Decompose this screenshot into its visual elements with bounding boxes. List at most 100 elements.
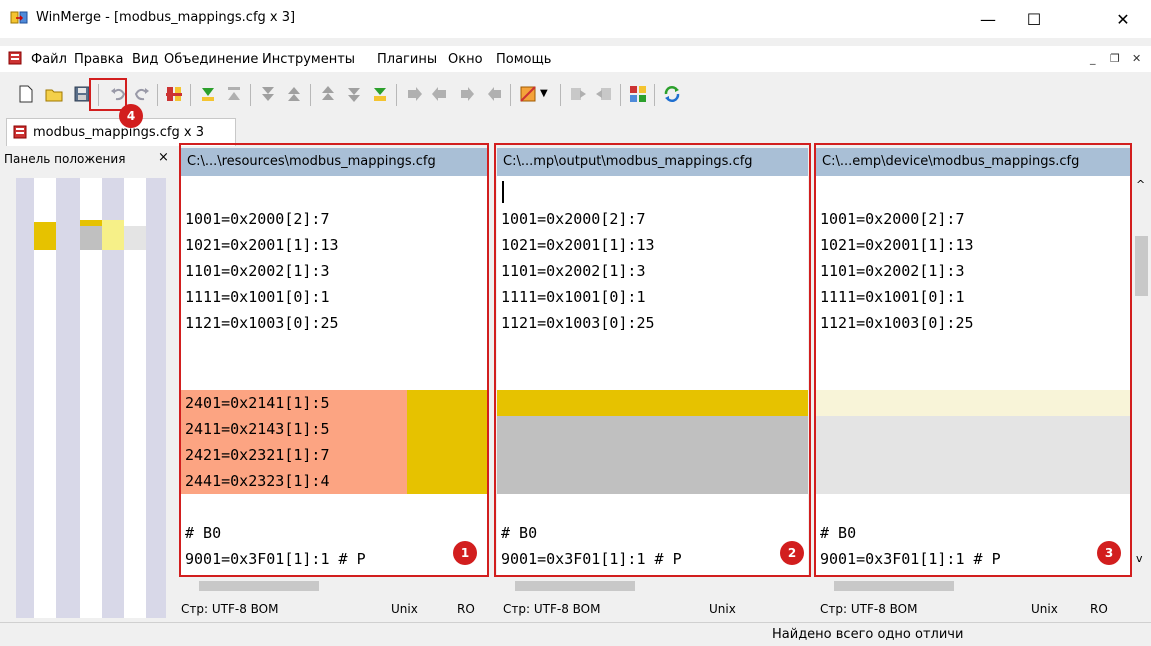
location-diff-marker bbox=[124, 226, 146, 250]
left-pane-path: C:\...\resources\modbus_mappings.cfg bbox=[187, 154, 436, 169]
menu-bar: Файл Правка Вид Объединение Инструменты … bbox=[0, 46, 1151, 72]
hscroll-thumb[interactable] bbox=[515, 581, 635, 591]
copy-diff-down-icon[interactable] bbox=[344, 84, 364, 104]
left-pane-status: Стр: UTF-8 BOM Unix RO bbox=[181, 596, 489, 622]
missing-lines-block bbox=[497, 416, 808, 494]
toolbar-separator bbox=[190, 84, 191, 106]
copy-diff-up-icon[interactable] bbox=[318, 84, 338, 104]
scroll-down-icon[interactable]: v bbox=[1136, 552, 1143, 565]
left-pane-path-header: C:\...\resources\modbus_mappings.cfg bbox=[181, 148, 489, 176]
toolbar-separator bbox=[510, 84, 511, 106]
compare-prev-icon[interactable] bbox=[594, 84, 614, 104]
menu-tools[interactable]: Инструменты bbox=[262, 52, 355, 67]
last-diff-icon[interactable] bbox=[284, 84, 304, 104]
left-file-pane[interactable]: C:\...\resources\modbus_mappings.cfg 100… bbox=[181, 148, 489, 595]
menu-window[interactable]: Окно bbox=[448, 52, 483, 67]
text-line: 1001=0x2000[2]:7 bbox=[185, 210, 330, 228]
toolbar-separator bbox=[98, 84, 99, 106]
redo-icon[interactable] bbox=[132, 84, 152, 104]
copy-left-icon[interactable] bbox=[430, 84, 450, 104]
location-map[interactable] bbox=[16, 178, 166, 618]
text-line: # B0 bbox=[820, 524, 857, 542]
text-line: 1121=0x1003[0]:25 bbox=[820, 314, 974, 332]
location-panel-close-icon[interactable]: × bbox=[158, 150, 169, 165]
hscroll-thumb[interactable] bbox=[834, 581, 954, 591]
vscroll-thumb[interactable] bbox=[1135, 236, 1148, 296]
document-tab-label: modbus_mappings.cfg x 3 bbox=[33, 125, 204, 140]
document-menu-icon[interactable] bbox=[8, 51, 22, 65]
scroll-up-icon[interactable]: ^ bbox=[1136, 178, 1145, 191]
encoding-label: Стр: UTF-8 BOM bbox=[181, 602, 279, 616]
text-line: # B0 bbox=[185, 524, 222, 542]
minimize-button[interactable]: — bbox=[965, 6, 1011, 32]
text-line: 1021=0x2001[1]:13 bbox=[185, 236, 339, 254]
prev-diff-icon[interactable] bbox=[224, 84, 244, 104]
diff-line: 2411=0x2143[1]:5 bbox=[181, 416, 489, 442]
text-line: 1121=0x1003[0]:25 bbox=[501, 314, 655, 332]
close-button[interactable]: ✕ bbox=[1100, 6, 1146, 32]
copy-right-advance-icon[interactable] bbox=[458, 84, 478, 104]
right-pane-hscroll[interactable] bbox=[816, 577, 1132, 595]
left-pane-hscroll[interactable] bbox=[181, 577, 489, 595]
new-file-icon[interactable] bbox=[16, 84, 36, 104]
document-tab-icon bbox=[13, 125, 27, 139]
eol-label: Unix bbox=[709, 602, 736, 616]
save-icon[interactable] bbox=[72, 84, 92, 104]
copy-right-icon[interactable] bbox=[404, 84, 424, 104]
text-line: 1101=0x2002[1]:3 bbox=[820, 262, 965, 280]
annotation-badge-4: 4 bbox=[119, 104, 143, 128]
menu-edit[interactable]: Правка bbox=[74, 52, 123, 67]
middle-pane-hscroll[interactable] bbox=[497, 577, 808, 595]
first-diff-icon[interactable] bbox=[258, 84, 278, 104]
menu-file[interactable]: Файл bbox=[31, 52, 67, 67]
location-pane-icon[interactable] bbox=[628, 84, 648, 104]
current-diff-icon[interactable] bbox=[370, 84, 390, 104]
minimize-icon: — bbox=[980, 9, 996, 29]
menu-view[interactable]: Вид bbox=[132, 52, 158, 67]
copy-left-advance-icon[interactable] bbox=[484, 84, 504, 104]
next-diff-icon[interactable] bbox=[198, 84, 218, 104]
text-line: 1021=0x2001[1]:13 bbox=[501, 236, 655, 254]
toolbar: ▼ bbox=[0, 76, 1151, 116]
encoding-label: Стр: UTF-8 BOM bbox=[820, 602, 918, 616]
right-pane-text[interactable]: 1001=0x2000[2]:7 1021=0x2001[1]:13 1101=… bbox=[816, 178, 1132, 568]
text-line: 9001=0x3F01[1]:1 # P bbox=[820, 550, 1001, 568]
menu-help[interactable]: Помощь bbox=[496, 52, 551, 67]
location-diff-marker bbox=[102, 220, 124, 250]
location-column-left bbox=[34, 178, 56, 618]
mdi-minimize-icon[interactable]: _ bbox=[1090, 52, 1096, 65]
menu-plugins[interactable]: Плагины bbox=[377, 52, 437, 67]
mdi-restore-icon[interactable]: ❐ bbox=[1110, 52, 1120, 65]
vertical-scrollbar[interactable]: ^ v bbox=[1133, 176, 1150, 576]
missing-lines-block bbox=[816, 416, 1132, 494]
right-pane-status: Стр: UTF-8 BOM Unix RO bbox=[816, 596, 1132, 622]
left-pane-text[interactable]: 1001=0x2000[2]:7 1021=0x2001[1]:13 1101=… bbox=[181, 178, 489, 568]
menu-merge[interactable]: Объединение bbox=[164, 52, 258, 67]
undo-icon[interactable] bbox=[108, 84, 128, 104]
middle-pane-text[interactable]: 1001=0x2000[2]:7 1021=0x2001[1]:13 1101=… bbox=[497, 178, 808, 568]
text-line: 1101=0x2002[1]:3 bbox=[501, 262, 646, 280]
color-scheme-icon[interactable] bbox=[518, 84, 538, 104]
location-column-right bbox=[124, 178, 146, 618]
hscroll-thumb[interactable] bbox=[199, 581, 319, 591]
text-line: 1001=0x2000[2]:7 bbox=[820, 210, 965, 228]
annotation-badge-2: 2 bbox=[780, 541, 804, 565]
document-tab-bar: modbus_mappings.cfg x 3 bbox=[0, 116, 1151, 146]
diff-line-empty bbox=[816, 390, 1132, 416]
middle-pane-path-header: C:\...mp\output\modbus_mappings.cfg bbox=[497, 148, 808, 176]
text-line: 9001=0x3F01[1]:1 # P bbox=[185, 550, 366, 568]
readonly-label: RO bbox=[457, 602, 475, 616]
eol-label: Unix bbox=[1031, 602, 1058, 616]
refresh-icon[interactable] bbox=[662, 84, 682, 104]
mdi-close-icon[interactable]: ✕ bbox=[1132, 52, 1141, 65]
middle-file-pane[interactable]: C:\...mp\output\modbus_mappings.cfg 1001… bbox=[497, 148, 808, 595]
right-file-pane[interactable]: C:\...emp\device\modbus_mappings.cfg 100… bbox=[816, 148, 1132, 595]
maximize-button[interactable]: ☐ bbox=[1011, 6, 1057, 32]
right-pane-path-header: C:\...emp\device\modbus_mappings.cfg bbox=[816, 148, 1132, 176]
color-dropdown-icon[interactable]: ▼ bbox=[540, 88, 560, 108]
text-line: 1001=0x2000[2]:7 bbox=[501, 210, 646, 228]
open-folder-icon[interactable] bbox=[44, 84, 64, 104]
diff-options-icon[interactable] bbox=[164, 84, 184, 104]
compare-next-icon[interactable] bbox=[568, 84, 588, 104]
text-line: 9001=0x3F01[1]:1 # P bbox=[501, 550, 682, 568]
